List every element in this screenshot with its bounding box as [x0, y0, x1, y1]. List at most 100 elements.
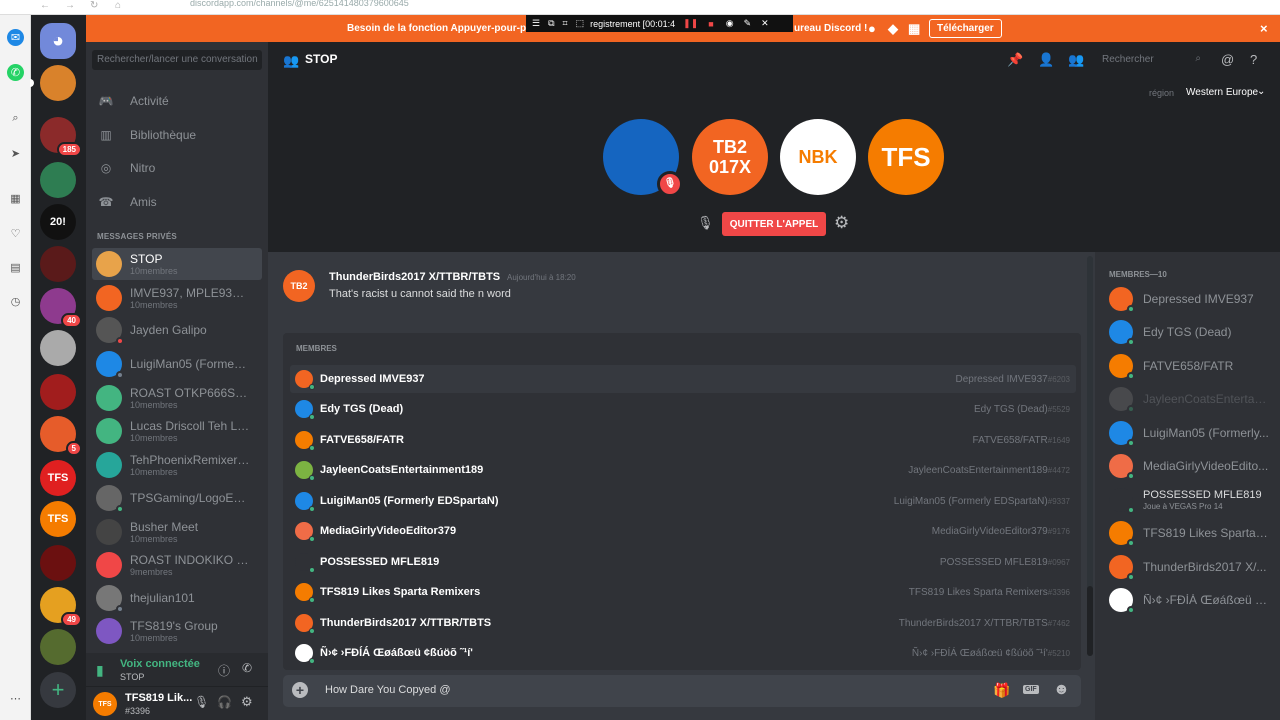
- nav-item-friends[interactable]: ☎ Amis: [96, 188, 261, 216]
- server-icon[interactable]: TFS: [40, 460, 76, 496]
- member-suggestion-row[interactable]: LuigiMan05 (Formerly EDSpartaN) LuigiMan0…: [290, 487, 1076, 515]
- member-suggestion-row[interactable]: Depressed IMVE937 Depressed IMVE937#6203: [290, 365, 1076, 393]
- dm-item[interactable]: IMVE937, MPLE935, ... 10membres: [92, 282, 262, 314]
- member-list-item[interactable]: TFS819 Likes Sparta R...: [1109, 518, 1274, 548]
- member-suggestion-row[interactable]: FATVE658/FATR FATVE658/FATR#1649: [290, 426, 1076, 454]
- camera-icon[interactable]: ◉: [726, 18, 734, 29]
- region-select[interactable]: Western Europe: [1186, 87, 1258, 98]
- server-icon[interactable]: 5: [40, 416, 82, 456]
- server-icon[interactable]: [40, 246, 76, 282]
- settings-gear-icon[interactable]: ⚙: [241, 694, 253, 710]
- gif-icon[interactable]: GIF: [1023, 685, 1039, 694]
- dm-item[interactable]: LuigiMan05 (Formerl...: [92, 348, 262, 380]
- dm-item[interactable]: TehPhoenixRemixer9... 10membres: [92, 449, 262, 481]
- server-icon[interactable]: [40, 374, 76, 410]
- discord-home-icon[interactable]: ◕: [40, 23, 76, 59]
- server-icon[interactable]: [30, 65, 76, 101]
- message-author[interactable]: ThunderBirds2017 X/TTBR/TBTS: [329, 271, 500, 283]
- send-icon[interactable]: ➤: [7, 145, 24, 162]
- scrollbar-thumb[interactable]: [1087, 586, 1093, 656]
- window-icon[interactable]: ⧉: [548, 18, 554, 29]
- message-input[interactable]: + How Dare You Copyed @ 🎁 GIF ☻: [283, 675, 1081, 707]
- menu-icon[interactable]: ☰: [532, 18, 540, 29]
- member-list-item[interactable]: JayleenCoatsEntertain...: [1109, 384, 1274, 414]
- whatsapp-icon[interactable]: ✆: [7, 64, 24, 81]
- member-list-item[interactable]: Edy TGS (Dead): [1109, 317, 1274, 347]
- call-participant[interactable]: TB2 017X: [692, 119, 768, 195]
- search-icon[interactable]: ⌕: [7, 110, 24, 127]
- banner-close-icon[interactable]: ×: [1260, 21, 1268, 36]
- server-icon[interactable]: TFS: [40, 501, 76, 537]
- member-suggestion-row[interactable]: JayleenCoatsEntertainment189 JayleenCoats…: [290, 456, 1076, 484]
- member-suggestion-row[interactable]: Edy TGS (Dead) Edy TGS (Dead)#5529: [290, 395, 1076, 423]
- dm-search-input[interactable]: Rechercher/lancer une conversation: [92, 50, 262, 70]
- call-participant[interactable]: 🎙: [603, 119, 683, 197]
- messenger-icon[interactable]: ✉: [7, 29, 24, 46]
- disconnect-icon[interactable]: ✆: [242, 661, 252, 675]
- forward-icon[interactable]: →: [65, 0, 75, 11]
- member-suggestion-row[interactable]: Ñ›¢ ›FÐÍÁ Œøáßœü ¢ßúöõ ˜¹í' Ñ›¢ ›FÐÍÁ Œøá…: [290, 639, 1076, 667]
- clock-icon[interactable]: ◷: [7, 293, 24, 310]
- member-list-item[interactable]: MediaGirlyVideoEdito...: [1109, 451, 1274, 481]
- gift-icon[interactable]: 🎁: [993, 682, 1010, 699]
- member-list-item[interactable]: ThunderBirds2017 X/...: [1109, 552, 1274, 582]
- server-icon[interactable]: [40, 330, 76, 366]
- scrollbar[interactable]: [1087, 256, 1093, 656]
- pin-icon[interactable]: 📌: [1007, 52, 1023, 68]
- nav-item-library[interactable]: ▥ Bibliothèque: [96, 121, 261, 149]
- info-icon[interactable]: ⓘ: [218, 662, 230, 679]
- dm-item[interactable]: TFS819's Group 10membres: [92, 615, 262, 647]
- server-icon[interactable]: 185: [40, 117, 82, 157]
- leave-call-button[interactable]: QUITTER L'APPEL: [722, 212, 826, 236]
- chevron-down-icon[interactable]: ⌄: [1257, 86, 1265, 97]
- url-bar[interactable]: discordapp.com/channels/@me/625141480379…: [190, 0, 409, 8]
- recorder-close-icon[interactable]: ✕: [761, 18, 769, 29]
- member-list-item[interactable]: Ñ›¢ ›FÐÍÁ Œøáßœü ¢...: [1109, 585, 1274, 615]
- more-icon[interactable]: ⋯: [7, 690, 24, 707]
- member-suggestion-row[interactable]: TFS819 Likes Sparta Remixers TFS819 Likes…: [290, 578, 1076, 606]
- attach-plus-icon[interactable]: +: [292, 682, 308, 698]
- dm-item[interactable]: thejulian101: [92, 582, 262, 614]
- members-icon[interactable]: 👥: [1068, 52, 1084, 68]
- emoji-icon[interactable]: ☻: [1053, 681, 1070, 699]
- mic-icon[interactable]: 🎙: [194, 695, 209, 709]
- mic-icon[interactable]: 🎙: [697, 215, 714, 231]
- dm-item[interactable]: ROAST INDOKIKO F... 9membres: [92, 549, 262, 581]
- member-suggestion-row[interactable]: ThunderBirds2017 X/TTBR/TBTS ThunderBirds…: [290, 609, 1076, 637]
- avatar[interactable]: TFS: [93, 692, 117, 716]
- home-icon[interactable]: ⌂: [115, 0, 121, 11]
- heart-icon[interactable]: ♡: [7, 225, 24, 242]
- member-suggestion-row[interactable]: MediaGirlyVideoEditor379 MediaGirlyVideoE…: [290, 517, 1076, 545]
- server-icon[interactable]: 49: [40, 587, 82, 627]
- download-button[interactable]: Télécharger: [929, 19, 1002, 38]
- apps-icon[interactable]: ▦: [7, 190, 24, 207]
- server-icon[interactable]: [40, 545, 76, 581]
- member-list-item[interactable]: Depressed IMVE937: [1109, 284, 1274, 314]
- avatar[interactable]: TB2: [283, 270, 315, 302]
- server-icon[interactable]: [40, 629, 76, 665]
- region-icon[interactable]: ⬚: [576, 18, 585, 29]
- dm-item[interactable]: STOP 10membres: [92, 248, 262, 280]
- dm-item[interactable]: Lucas Driscoll Teh Lu... 10membres: [92, 415, 262, 447]
- dm-item[interactable]: Jayden Galipo: [92, 314, 262, 346]
- server-icon[interactable]: 40: [40, 288, 82, 328]
- help-icon[interactable]: ?: [1250, 52, 1257, 67]
- news-icon[interactable]: ▤: [7, 259, 24, 276]
- message-input-text[interactable]: How Dare You Copyed @: [325, 684, 451, 696]
- mention-icon[interactable]: @: [1221, 52, 1234, 67]
- headphones-icon[interactable]: 🎧: [217, 695, 232, 709]
- dm-item[interactable]: TPSGaming/LogoEdi...: [92, 482, 262, 514]
- add-friend-icon[interactable]: 👤: [1038, 52, 1054, 68]
- settings-gear-icon[interactable]: ⚙: [834, 213, 849, 233]
- back-icon[interactable]: ←: [40, 0, 50, 11]
- dm-item[interactable]: ROAST OTKP666SC ... 10membres: [92, 382, 262, 414]
- call-participant[interactable]: NBK: [780, 119, 856, 195]
- nav-item-gamepad[interactable]: 🎮 Activité: [96, 87, 261, 115]
- stop-icon[interactable]: ■: [708, 19, 713, 29]
- voice-channel[interactable]: STOP: [120, 672, 144, 682]
- pause-icon[interactable]: ❚❚: [683, 18, 698, 29]
- member-suggestion-row[interactable]: POSSESSED MFLE819 POSSESSED MFLE819#0967: [290, 548, 1076, 576]
- member-list-item[interactable]: POSSESSED MFLE819 Joue à VEGAS Pro 14: [1109, 485, 1274, 515]
- member-list-item[interactable]: FATVE658/FATR: [1109, 351, 1274, 381]
- dm-item[interactable]: Busher Meet 10membres: [92, 516, 262, 548]
